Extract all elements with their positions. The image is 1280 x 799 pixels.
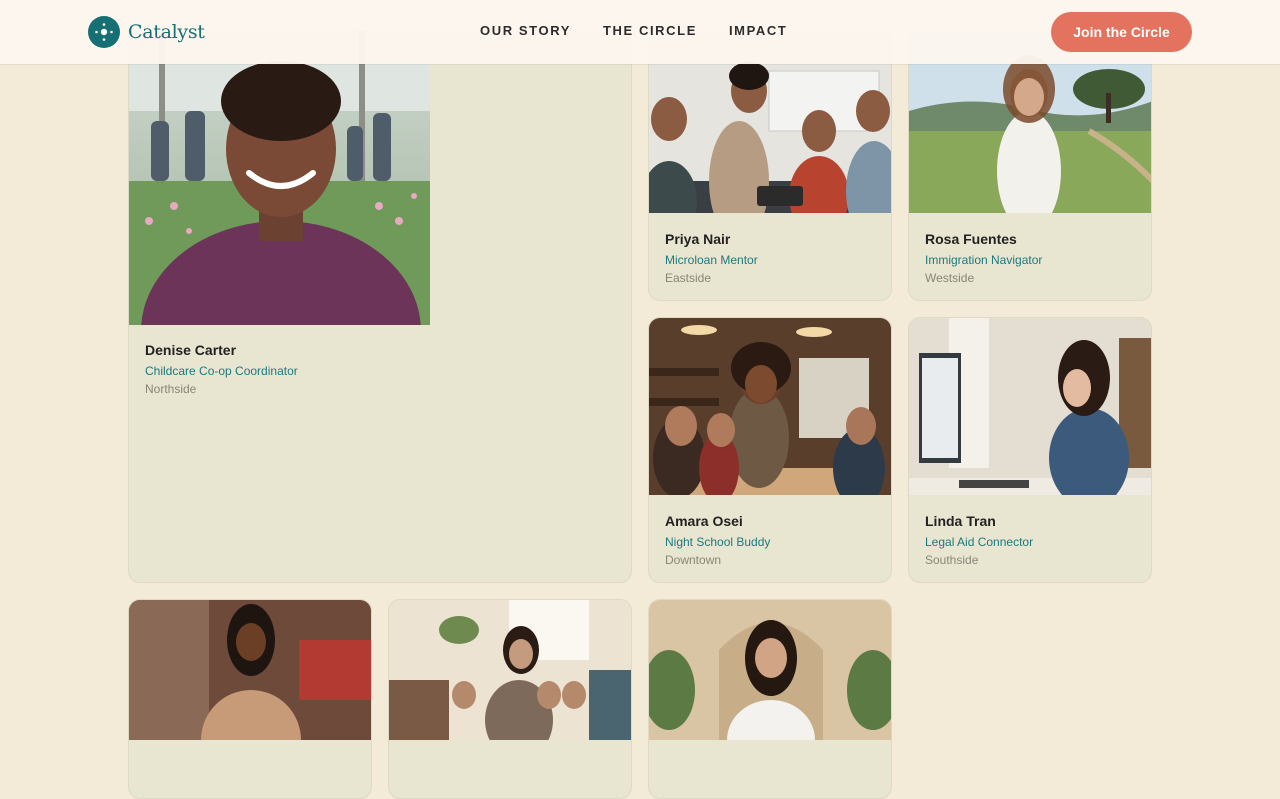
member-name: Linda Tran [925,513,996,529]
member-name: Amara Osei [665,513,743,529]
member-photo [129,31,430,325]
logo-text: Catalyst [128,21,205,43]
member-card-denise[interactable]: Denise Carter Childcare Co-op Coordinato… [128,30,632,583]
member-name: Denise Carter [145,342,237,358]
member-photo [129,600,371,740]
member-role: Microloan Mentor [665,253,758,267]
member-card-bottom-1[interactable] [128,599,372,799]
logo[interactable]: Catalyst [88,16,205,48]
member-role: Immigration Navigator [925,253,1043,267]
site-header: Catalyst OUR STORY THE CIRCLE IMPACT Joi… [0,0,1280,64]
member-card-bottom-3[interactable] [648,599,892,799]
member-role: Childcare Co-op Coordinator [145,364,298,378]
member-name: Priya Nair [665,231,731,247]
member-role: Legal Aid Connector [925,535,1034,549]
member-name: Rosa Fuentes [925,231,1017,247]
member-area: Eastside [665,271,712,285]
member-card-amara[interactable]: Amara Osei Night School Buddy Downtown [648,317,892,583]
member-photo [649,600,891,740]
member-card-linda[interactable]: Linda Tran Legal Aid Connector Southside [908,317,1152,583]
main-nav: OUR STORY THE CIRCLE IMPACT [480,23,819,38]
member-card-bottom-2[interactable] [388,599,632,799]
member-area: Northside [145,382,197,396]
member-role: Night School Buddy [665,535,771,549]
member-area: Westside [925,271,975,285]
member-card-rosa[interactable]: Rosa Fuentes Immigration Navigator Wests… [908,30,1152,301]
member-area: Downtown [665,553,722,567]
member-photo [909,318,1151,495]
member-photo [649,318,891,495]
member-card-priya[interactable]: Priya Nair Microloan Mentor Eastside [648,30,892,301]
nav-our-story[interactable]: OUR STORY [480,23,571,38]
join-circle-button[interactable]: Join the Circle [1051,12,1192,52]
member-area: Southside [925,553,979,567]
nav-impact[interactable]: IMPACT [729,23,787,38]
member-photo [389,600,631,740]
logo-mark-icon [88,16,120,48]
nav-the-circle[interactable]: THE CIRCLE [603,23,697,38]
